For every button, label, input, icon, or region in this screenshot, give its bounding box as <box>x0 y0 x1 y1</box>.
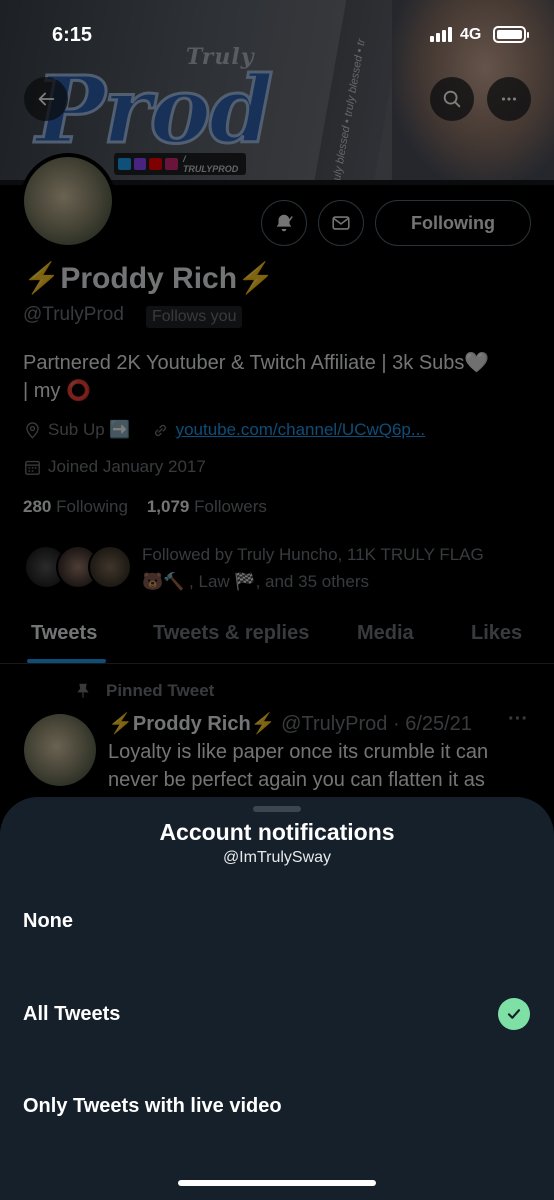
link-icon <box>154 424 166 436</box>
tweet-author-avatar[interactable] <box>24 714 96 786</box>
tab-tweets-replies[interactable]: Tweets & replies <box>153 622 309 645</box>
follow-counts: 280 Following 1,079 Followers <box>23 497 267 517</box>
status-bar: 6:15 4G <box>0 0 554 70</box>
banner-social-handle: / TRULYPROD <box>182 154 239 174</box>
profile-name: ⚡Proddy Rich⚡ <box>23 261 274 296</box>
mail-icon <box>332 216 350 230</box>
pinned-tweet-label: Pinned Tweet <box>74 681 214 701</box>
battery-icon <box>493 26 529 43</box>
banner-logo-big: Prod <box>34 55 274 166</box>
search-button[interactable] <box>430 77 474 121</box>
more-icon <box>501 97 517 101</box>
pin-icon <box>77 683 89 698</box>
profile-joined-row: Joined January 2017 <box>23 457 206 477</box>
twitch-icon <box>133 158 147 170</box>
calendar-icon <box>25 460 40 475</box>
signal-icon <box>430 27 452 42</box>
back-button[interactable] <box>24 77 68 121</box>
back-arrow-icon <box>38 92 55 106</box>
network-type: 4G <box>460 26 482 43</box>
message-button[interactable] <box>318 200 364 246</box>
following-count-link[interactable]: 280 Following <box>23 497 128 516</box>
tweet-author-name[interactable]: ⚡Proddy Rich⚡ <box>108 713 276 735</box>
profile-bio: Partnered 2K Youtuber & Twitch Affiliate… <box>23 349 533 405</box>
account-notifications-sheet: Account notifications @ImTrulySway None … <box>0 797 554 1200</box>
location-icon <box>26 421 39 439</box>
sheet-title: Account notifications <box>159 819 395 845</box>
bio-line-1: Partnered 2K Youtuber & Twitch Affiliate… <box>23 352 490 374</box>
option-none[interactable]: None <box>0 881 554 961</box>
sheet-grabber[interactable] <box>253 806 301 812</box>
youtube-icon <box>149 158 163 170</box>
tweet-text[interactable]: Loyalty is like paper once its crumble i… <box>108 738 528 794</box>
search-icon <box>443 90 461 108</box>
profile-name-text: Proddy Rich <box>60 262 238 295</box>
checkmark-icon <box>498 998 530 1030</box>
profile-website-link[interactable]: youtube.com/channel/UCwQ6p... <box>176 420 425 440</box>
home-indicator[interactable] <box>178 1180 376 1186</box>
tweet-more-button[interactable]: ··· <box>508 708 528 731</box>
option-all-tweets[interactable]: All Tweets <box>0 974 554 1054</box>
notifications-button[interactable] <box>261 200 307 246</box>
profile-joined: Joined January 2017 <box>48 457 206 476</box>
bio-line-2: | my ⭕ <box>23 380 91 402</box>
tab-likes[interactable]: Likes <box>471 622 522 645</box>
status-time: 6:15 <box>52 24 93 46</box>
following-button[interactable]: Following <box>375 200 531 246</box>
name-suffix-emoji: ⚡ <box>237 262 275 295</box>
tweet-date: · 6/25/21 <box>392 713 472 735</box>
avatar <box>88 545 132 589</box>
tab-tweets[interactable]: Tweets <box>31 622 97 645</box>
followed-by-text[interactable]: Followed by Truly Huncho, 11K TRULY FLAG… <box>142 541 522 595</box>
tweet-header: ⚡Proddy Rich⚡ @TrulyProd · 6/25/21 <box>108 711 472 736</box>
followers-count-link[interactable]: 1,079 Followers <box>147 497 267 516</box>
tweet-author-handle: @TrulyProd <box>281 713 388 735</box>
tab-media[interactable]: Media <box>357 622 414 645</box>
profile-avatar[interactable] <box>20 153 116 249</box>
option-live-video[interactable]: Only Tweets with live video <box>0 1066 554 1146</box>
more-button[interactable] <box>487 77 531 121</box>
profile-meta-row: Sub Up ➡️ youtube.com/channel/UCwQ6p... <box>23 420 425 440</box>
twitter-icon <box>118 158 131 170</box>
profile-location: Sub Up ➡️ <box>48 420 131 439</box>
bell-icon <box>276 214 293 232</box>
active-tab-indicator <box>27 659 106 663</box>
profile-handle: @TrulyProd <box>23 304 124 325</box>
banner-social-strip: / TRULYPROD <box>114 153 246 175</box>
sheet-subtitle: @ImTrulySway <box>222 849 332 866</box>
follows-you-badge: Follows you <box>146 306 243 328</box>
instagram-icon <box>165 158 178 170</box>
name-prefix-emoji: ⚡ <box>23 262 61 295</box>
followed-by-avatars[interactable] <box>24 545 132 591</box>
